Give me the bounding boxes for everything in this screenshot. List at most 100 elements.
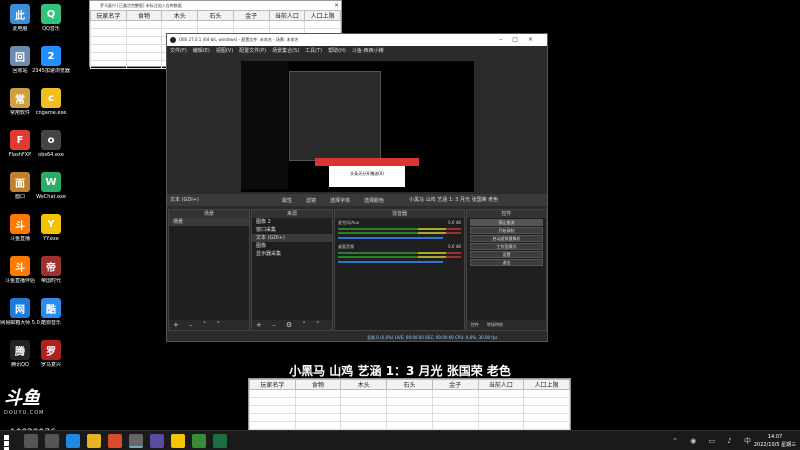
- table-cell[interactable]: [523, 421, 570, 430]
- table-cell[interactable]: [477, 397, 525, 406]
- volume-slider[interactable]: [338, 261, 443, 263]
- desktop-icon[interactable]: W WeChat.exe: [31, 172, 71, 201]
- table-cell[interactable]: [523, 413, 570, 422]
- spreadsheet-window-bottom[interactable]: 玩家名字 食物 木头 石头 金子 当前人口 人口上限: [248, 378, 571, 432]
- app-icon[interactable]: [150, 434, 164, 448]
- desktop-icon[interactable]: Y YY.exe: [31, 214, 71, 243]
- column-header[interactable]: 石头: [386, 379, 433, 390]
- game-icon[interactable]: [108, 434, 122, 448]
- table-cell[interactable]: [90, 20, 127, 29]
- table-cell[interactable]: [90, 44, 127, 53]
- controls-tab[interactable]: 转场特效: [487, 322, 503, 327]
- windows-start-icon[interactable]: [4, 435, 15, 450]
- edge-icon[interactable]: [66, 434, 80, 448]
- column-header[interactable]: 玩家名字: [249, 379, 296, 390]
- column-header[interactable]: 当前人口: [268, 10, 306, 21]
- table-cell[interactable]: [249, 405, 296, 414]
- table-cell[interactable]: [340, 397, 388, 406]
- column-header[interactable]: 金子: [431, 379, 479, 390]
- table-cell[interactable]: [125, 20, 163, 29]
- taskview-icon[interactable]: [45, 434, 59, 448]
- table-cell[interactable]: [340, 413, 388, 422]
- desktop-icon[interactable]: Q QQ音乐: [31, 4, 71, 33]
- control-button[interactable]: 退出: [470, 259, 543, 266]
- column-header[interactable]: 食物: [125, 10, 163, 21]
- column-header[interactable]: 人口上限: [304, 10, 341, 21]
- table-cell[interactable]: [197, 20, 234, 29]
- source-button[interactable]: 滤镜: [306, 195, 316, 207]
- table-cell[interactable]: [340, 405, 388, 414]
- table-cell[interactable]: [268, 20, 306, 29]
- table-cell[interactable]: [125, 36, 163, 45]
- window-controls[interactable]: –□×: [499, 34, 543, 46]
- menu-item[interactable]: 帮助(H): [328, 48, 346, 54]
- table-cell[interactable]: [294, 397, 342, 406]
- table-cell[interactable]: [90, 60, 127, 69]
- table-cell[interactable]: [125, 60, 163, 69]
- table-cell[interactable]: [90, 28, 127, 37]
- search-icon[interactable]: [24, 434, 38, 448]
- menu-item[interactable]: 编辑(E): [193, 48, 210, 54]
- table-cell[interactable]: [431, 413, 479, 422]
- controls-tab[interactable]: 控件: [471, 322, 479, 327]
- column-header[interactable]: 当前人口: [477, 379, 525, 390]
- table-cell[interactable]: [386, 389, 433, 398]
- menu-item[interactable]: 场景集合(S): [272, 48, 299, 54]
- app2-icon[interactable]: [192, 434, 206, 448]
- source-button[interactable]: 选择颜色: [364, 195, 384, 207]
- table-cell[interactable]: [477, 405, 525, 414]
- menu-item[interactable]: 配置文件(P): [239, 48, 266, 54]
- scene-item[interactable]: 场景: [169, 218, 249, 226]
- menu-item[interactable]: 视图(V): [216, 48, 233, 54]
- obs-icon[interactable]: [129, 434, 143, 448]
- scenes-footer[interactable]: + – ˄ ˅: [169, 320, 249, 330]
- table-cell[interactable]: [249, 421, 296, 430]
- menu-item[interactable]: 工具(T): [305, 48, 322, 54]
- table-cell[interactable]: [125, 52, 163, 61]
- table-cell[interactable]: [125, 44, 163, 53]
- source-item[interactable]: 图像 2: [252, 218, 332, 226]
- table-cell[interactable]: [477, 413, 525, 422]
- table-cell[interactable]: [232, 20, 270, 29]
- table-cell[interactable]: [386, 413, 433, 422]
- source-button[interactable]: 属性: [282, 195, 292, 207]
- table-cell[interactable]: [294, 405, 342, 414]
- column-header[interactable]: 玩家名字: [90, 10, 127, 21]
- table-cell[interactable]: [340, 389, 388, 398]
- desktop-icon[interactable]: 帝帝国时代: [31, 256, 71, 285]
- desktop-icon[interactable]: 酷酷狗音乐: [31, 298, 71, 327]
- table-cell[interactable]: [523, 389, 570, 398]
- table-cell[interactable]: [431, 389, 479, 398]
- column-header[interactable]: 食物: [294, 379, 342, 390]
- clock[interactable]: 14:07 2022/10/5 星期三: [753, 433, 797, 449]
- table-cell[interactable]: [523, 397, 570, 406]
- table-cell[interactable]: [294, 421, 342, 430]
- table-cell[interactable]: [477, 389, 525, 398]
- table-cell[interactable]: [90, 52, 127, 61]
- menu-item[interactable]: 斗鱼-西西小精: [352, 48, 384, 54]
- column-header[interactable]: 人口上限: [523, 379, 570, 390]
- control-button[interactable]: 停止推流: [470, 219, 543, 226]
- table-cell[interactable]: [161, 20, 199, 29]
- table-cell[interactable]: [249, 397, 296, 406]
- control-button[interactable]: 工作室模式: [470, 243, 543, 250]
- close-icon[interactable]: ×: [334, 1, 339, 10]
- table-cell[interactable]: [386, 405, 433, 414]
- control-button[interactable]: 设置: [470, 251, 543, 258]
- obs-window[interactable]: OBS 27.0.1 (64-bit, windows) - 配置文件: 未命名…: [166, 33, 548, 342]
- table-cell[interactable]: [125, 28, 163, 37]
- table-cell[interactable]: [294, 389, 342, 398]
- column-header[interactable]: 木头: [161, 10, 199, 21]
- source-button[interactable]: 选择字体: [330, 195, 350, 207]
- column-header[interactable]: 金子: [232, 10, 270, 21]
- column-header[interactable]: 木头: [340, 379, 388, 390]
- source-item[interactable]: 窗口采集: [252, 226, 332, 234]
- source-item[interactable]: 显示器采集: [252, 250, 332, 258]
- desktop-icon[interactable]: c cngame.exe: [31, 88, 71, 117]
- yy-icon[interactable]: [171, 434, 185, 448]
- table-cell[interactable]: [386, 397, 433, 406]
- excel-icon[interactable]: [213, 434, 227, 448]
- system-tray[interactable]: ⌃ ◉ ▭ ♪ 中: [672, 436, 756, 446]
- table-cell[interactable]: [431, 421, 479, 430]
- folder-icon[interactable]: [87, 434, 101, 448]
